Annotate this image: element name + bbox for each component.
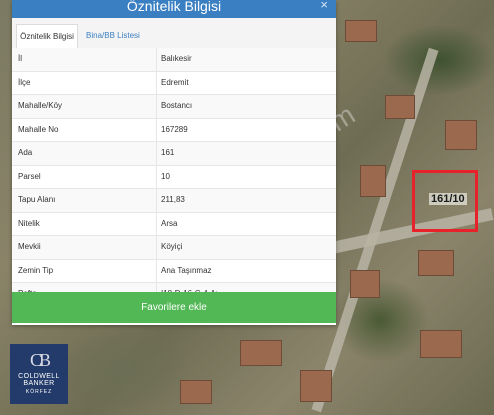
logo-line2: BANKER xyxy=(23,380,55,387)
table-row: İl Balıkesir xyxy=(12,48,336,72)
row-value: Bostancı xyxy=(161,101,193,110)
row-key: İlçe xyxy=(12,71,157,94)
building-roof xyxy=(240,340,282,366)
attribute-panel: Öznitelik Bilgisi × Öznitelik Bilgisi Bi… xyxy=(12,0,336,325)
row-value: 161 xyxy=(161,148,175,157)
building-roof xyxy=(345,20,377,42)
row-key: Mahalle/Köy xyxy=(12,95,157,118)
row-key: Nitelik xyxy=(12,212,157,235)
tab-bar: Öznitelik Bilgisi Bina/BB Listesi xyxy=(12,18,336,49)
logo-monogram: CB xyxy=(29,350,51,370)
attribute-table: İl Balıkesir İlçe Edremit Mahalle/Köy Bo… xyxy=(12,48,336,307)
add-to-favorites-button[interactable]: Favorilere ekle xyxy=(12,292,336,323)
building-roof xyxy=(385,95,415,119)
row-key: Tapu Alanı xyxy=(12,189,157,212)
table-row: Mahalle/Köy Bostancı xyxy=(12,95,336,119)
panel-title: Öznitelik Bilgisi xyxy=(126,0,222,14)
row-value: Balıkesir xyxy=(161,54,192,63)
table-row: Nitelik Arsa xyxy=(12,212,336,236)
table-row: Parsel 10 xyxy=(12,165,336,189)
close-icon[interactable]: × xyxy=(320,0,328,12)
row-key: Parsel xyxy=(12,165,157,188)
logo-line3: KÖRFEZ xyxy=(25,389,53,395)
row-value: 167289 xyxy=(161,124,188,134)
tab-attribute-info[interactable]: Öznitelik Bilgisi xyxy=(16,24,78,48)
row-key: Zemin Tip xyxy=(12,259,157,282)
row-value: Edremit xyxy=(161,77,189,87)
table-row: Mahalle No 167289 xyxy=(12,118,336,142)
logo-line1: COLDWELL xyxy=(18,373,60,380)
row-key: Mahalle No xyxy=(12,118,157,141)
building-roof xyxy=(445,120,477,150)
row-value: 211,83 xyxy=(161,195,185,204)
building-roof xyxy=(418,250,454,276)
parcel-label: 161/10 xyxy=(429,193,467,205)
table-row: Ada 161 xyxy=(12,142,336,166)
row-key: Ada xyxy=(12,142,157,165)
building-roof xyxy=(420,330,462,358)
row-value: Arsa xyxy=(161,218,178,228)
building-roof xyxy=(350,270,380,298)
row-value: Ana Taşınmaz xyxy=(161,265,212,275)
building-roof xyxy=(180,380,212,404)
row-value: 10 xyxy=(161,171,170,181)
row-key: İl xyxy=(12,48,157,71)
table-row: Zemin Tip Ana Taşınmaz xyxy=(12,259,336,283)
tab-building-list[interactable]: Bina/BB Listesi xyxy=(86,24,140,48)
building-roof xyxy=(300,370,332,402)
table-row: Mevkii Köyiçi xyxy=(12,236,336,260)
panel-header: Öznitelik Bilgisi × xyxy=(12,0,336,18)
table-row: İlçe Edremit xyxy=(12,71,336,95)
row-key: Mevkii xyxy=(12,236,157,259)
coldwell-banker-logo: CB COLDWELL BANKER KÖRFEZ xyxy=(10,344,68,404)
building-roof xyxy=(360,165,386,197)
table-row: Tapu Alanı 211,83 xyxy=(12,189,336,213)
row-value: Köyiçi xyxy=(161,242,183,251)
